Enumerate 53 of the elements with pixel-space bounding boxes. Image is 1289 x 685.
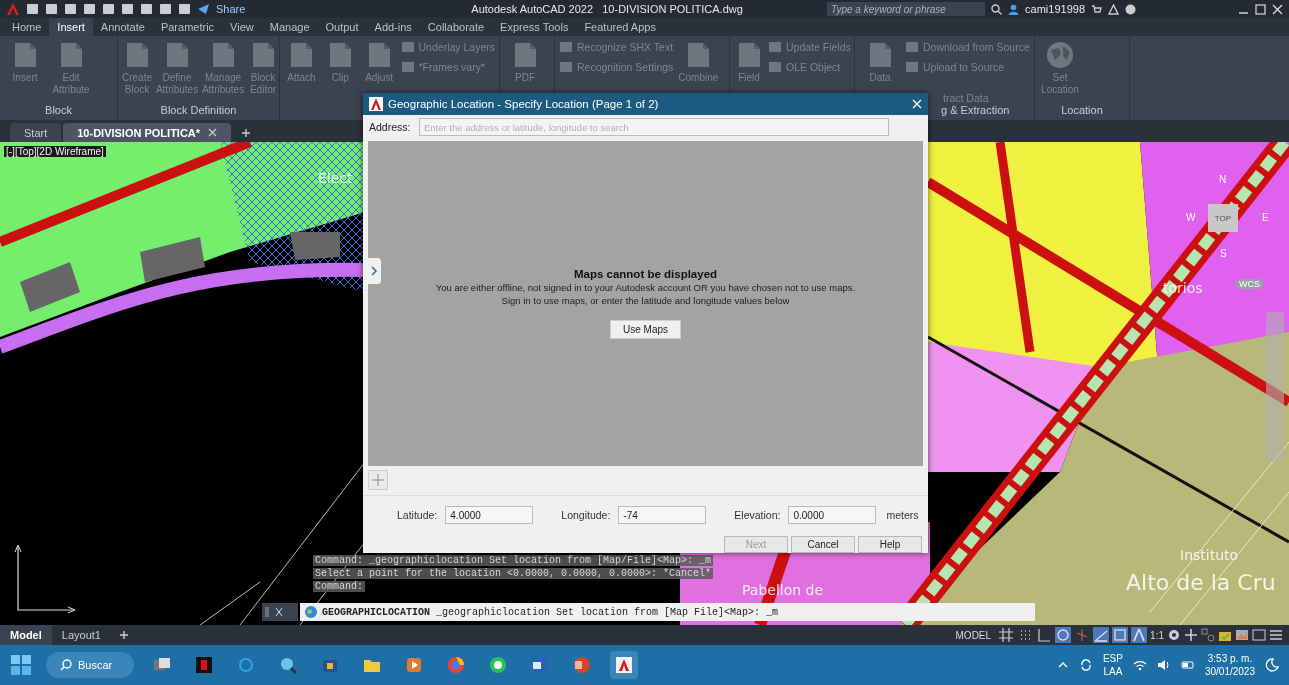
ribbon-tab[interactable]: View: [222, 18, 262, 36]
coordinate-field[interactable]: -74: [618, 506, 707, 524]
ribbon-tab[interactable]: Express Tools: [492, 18, 577, 36]
window-title: Autodesk AutoCAD 2022 10-DIVISION POLITICA.dwg: [471, 3, 743, 15]
document-tab[interactable]: Start: [10, 123, 62, 142]
use-maps-button[interactable]: Use Maps: [610, 320, 681, 339]
dialog-button[interactable]: Help: [858, 536, 922, 553]
panel-label[interactable]: g & Extraction: [941, 104, 1010, 116]
search-field[interactable]: Type a keyword or phrase: [827, 2, 986, 16]
ribbon-tab[interactable]: Add-ins: [366, 18, 420, 36]
field-label: Address:: [369, 121, 412, 133]
dialog-button[interactable]: Cancel: [791, 536, 855, 553]
map-message: You are either offline, not signed in to your Autodesk account OR you have chosen not to use maps.: [435, 282, 856, 293]
panel-label[interactable]: Block: [45, 104, 72, 116]
viewport-controls[interactable]: [-][Top][2D Wireframe]: [4, 146, 106, 157]
map-message: Sign in to use maps, or enter the latitude and longitude values below: [501, 295, 790, 306]
view-cube[interactable]: TOP: [1208, 204, 1238, 232]
model-toggle[interactable]: MODEL: [951, 629, 996, 641]
ribbon-tab[interactable]: Parametric: [152, 18, 223, 36]
layout-tab[interactable]: Model: [0, 625, 52, 645]
panel-label[interactable]: Location: [1061, 104, 1103, 116]
language-indicator[interactable]: ESP LAA: [1102, 652, 1123, 678]
user-name[interactable]: cami191998: [1025, 3, 1085, 15]
field-label: Latitude:: [397, 509, 438, 521]
compass-label: E: [1262, 212, 1269, 223]
ribbon-tab[interactable]: Manage: [261, 18, 318, 36]
ribbon-tab[interactable]: Featured Apps: [576, 18, 664, 36]
coordinate-field[interactable]: 0.0000: [788, 506, 877, 524]
field-label: Longitude:: [561, 509, 611, 521]
clock[interactable]: 3:53 p. m. 30/01/2023: [1204, 652, 1255, 678]
share-button[interactable]: Share: [216, 3, 246, 15]
layout-tab[interactable]: Layout1: [51, 625, 111, 645]
coordinate-field[interactable]: 4.0000: [445, 506, 534, 524]
taskbar-search[interactable]: Buscar: [46, 652, 134, 678]
ribbon-tab[interactable]: Home: [4, 18, 50, 36]
search-label: Buscar: [78, 659, 113, 671]
map-label: Instituto: [1180, 547, 1239, 563]
document-tab[interactable]: 10-DIVISION POLITICA*: [63, 123, 232, 142]
annotation-scale[interactable]: 1:1: [1150, 629, 1164, 641]
map-label: torios: [1163, 280, 1203, 296]
ribbon-tab[interactable]: Output: [317, 18, 367, 36]
map-heading: Maps cannot be displayed: [573, 268, 718, 280]
ribbon-tab[interactable]: Annotate: [92, 18, 153, 36]
map-label: Alto de la Cru: [1126, 570, 1276, 595]
dialog-title: Geographic Location - Specify Location (Page 1 of 2): [388, 98, 659, 110]
panel-label[interactable]: Block Definition: [160, 104, 237, 116]
compass-label: N: [1219, 174, 1227, 185]
field-label: Elevation:: [734, 509, 781, 521]
compass-label: W: [1186, 212, 1196, 223]
ribbon-tab[interactable]: Insert: [49, 18, 93, 36]
unit-label: meters: [886, 509, 919, 521]
ribbon-tab[interactable]: Collaborate: [419, 18, 493, 36]
compass-label: S: [1220, 248, 1227, 259]
